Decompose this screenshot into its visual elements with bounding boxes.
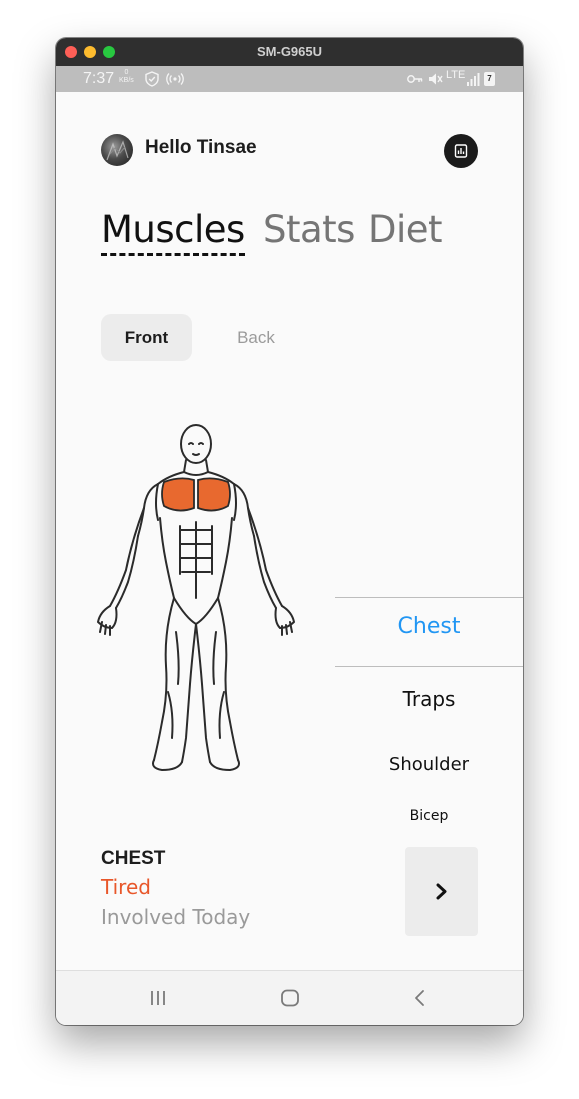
- picker-bottom-divider: [335, 666, 523, 667]
- front-toggle-button[interactable]: Front: [101, 314, 192, 361]
- window-title: SM-G965U: [256, 44, 323, 59]
- picker-item[interactable]: Bicep: [335, 808, 523, 824]
- net-speed-unit: KB/s: [119, 77, 134, 84]
- back-icon[interactable]: [413, 989, 427, 1007]
- window-titlebar: SM-G965U: [56, 38, 523, 66]
- chest-left-muscle: [161, 477, 195, 512]
- net-speed-value: 0: [124, 69, 129, 76]
- vpn-shield-icon: [145, 71, 159, 87]
- tab-active-underline: [101, 253, 245, 256]
- avatar-photo-icon: [106, 140, 129, 161]
- hotspot-icon: [166, 73, 184, 85]
- key-icon: [407, 75, 423, 83]
- picker-item[interactable]: Traps: [335, 687, 523, 711]
- lte-icon: LTE: [446, 69, 466, 81]
- battery-icon: 7: [484, 72, 495, 86]
- muscle-note: Involved Today: [101, 905, 251, 929]
- stats-button[interactable]: [444, 134, 478, 168]
- android-status-bar: 7:37 0 KB/s LTE 7: [56, 66, 523, 92]
- chevron-right-icon: [436, 883, 447, 900]
- app-screen: Hello Tinsae Muscles Stats Diet Front Ba…: [56, 92, 523, 970]
- tab-stats[interactable]: Stats: [263, 208, 355, 251]
- picker-top-divider: [335, 597, 523, 598]
- android-nav-bar: [56, 970, 523, 1025]
- mute-icon: [429, 73, 443, 85]
- home-icon[interactable]: [280, 989, 300, 1007]
- picker-item-selected[interactable]: Chest: [335, 614, 523, 639]
- status-time: 7:37: [83, 70, 115, 87]
- greeting-text: Hello Tinsae: [145, 137, 257, 158]
- back-toggle-button[interactable]: Back: [216, 314, 296, 361]
- bar-chart-icon: [454, 144, 468, 158]
- chest-right-muscle: [197, 477, 231, 512]
- next-detail-button[interactable]: [405, 847, 478, 936]
- avatar[interactable]: [101, 134, 133, 166]
- tab-muscles[interactable]: Muscles: [101, 208, 245, 251]
- muscle-name: CHEST: [101, 848, 166, 869]
- emulator-window: SM-G965U 7:37 0 KB/s LTE 7 Hello Tinsae …: [56, 38, 523, 1025]
- tab-diet[interactable]: Diet: [368, 208, 443, 251]
- picker-item[interactable]: Shoulder: [335, 754, 523, 775]
- body-muscle-map[interactable]: [96, 422, 296, 772]
- net-speed: 0 KB/s: [119, 69, 134, 85]
- recent-apps-icon[interactable]: [149, 989, 167, 1007]
- muscle-status: Tired: [101, 875, 151, 899]
- head-outline: [180, 424, 212, 464]
- signal-icon: [467, 73, 480, 86]
